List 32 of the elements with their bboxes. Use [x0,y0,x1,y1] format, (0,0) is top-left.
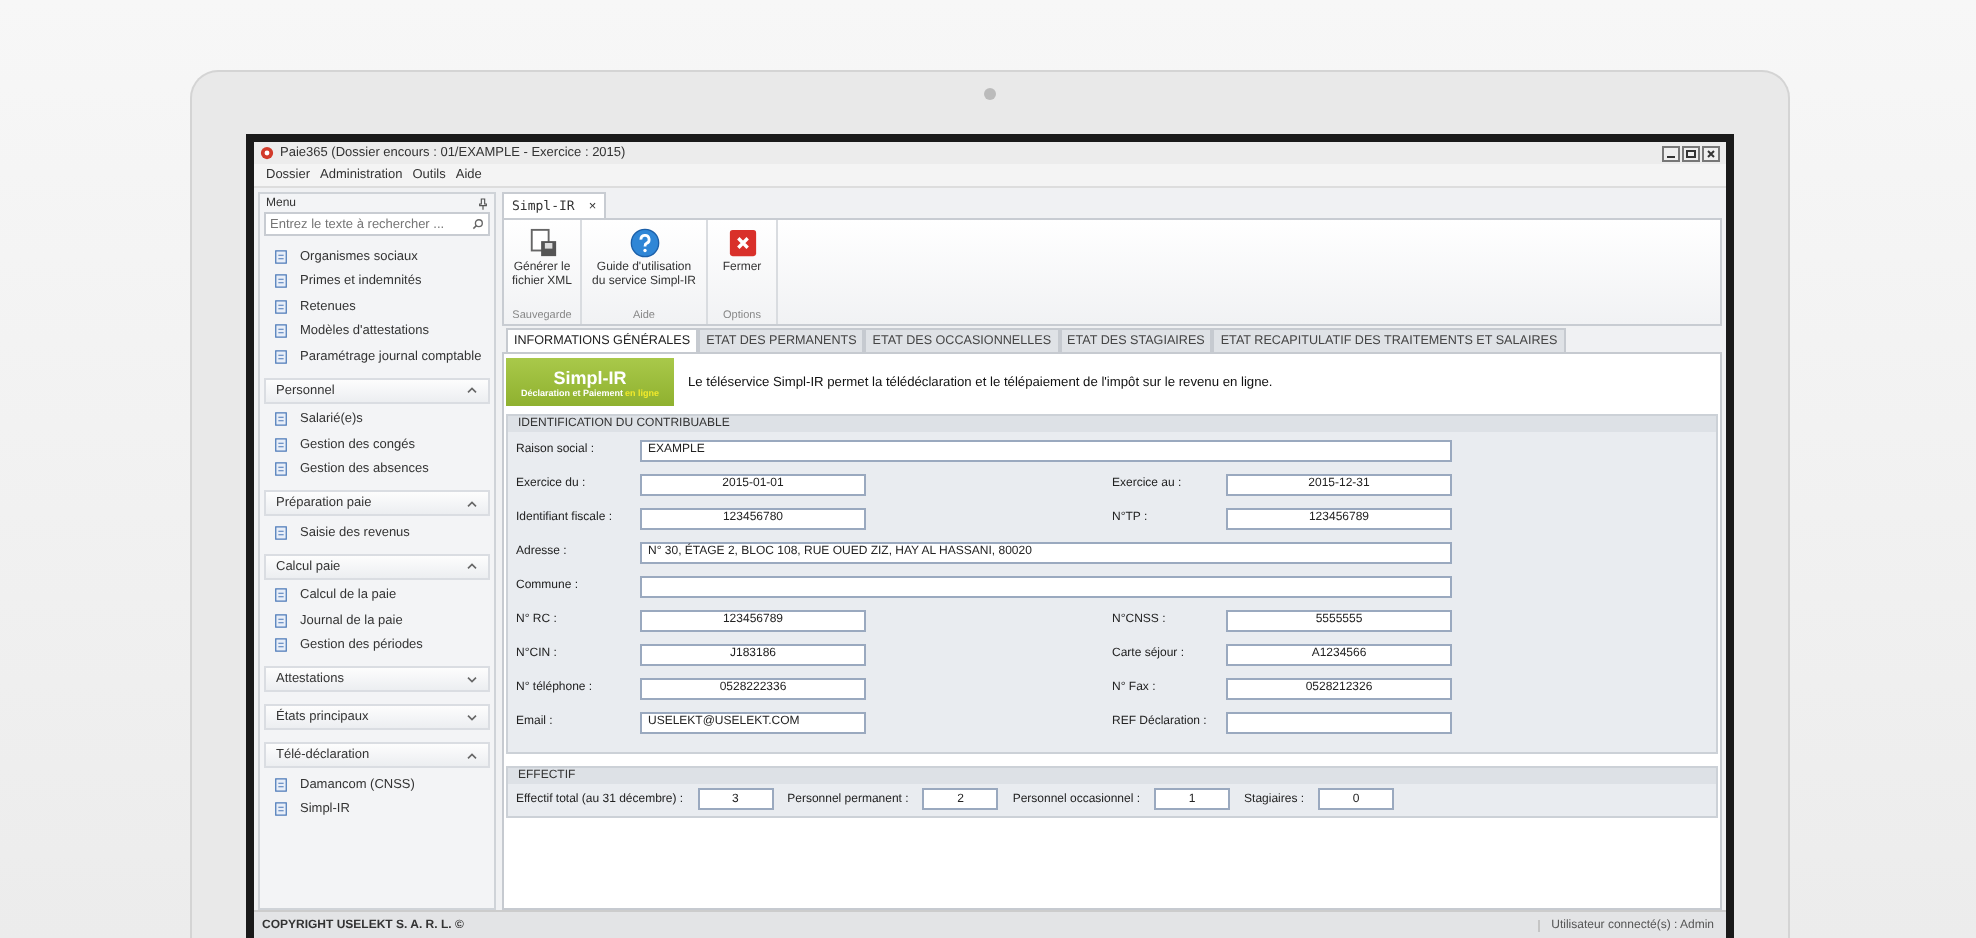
document-icon [274,613,288,628]
document-icon [274,462,288,477]
chevron-icon [466,675,478,683]
document-icon [274,249,288,264]
document-icon [274,588,288,603]
document-icon [274,274,288,289]
document-icon [274,525,288,540]
document-icon [274,638,288,653]
input-field[interactable] [1226,711,1452,733]
pin-icon[interactable] [478,197,488,209]
minimize-icon[interactable] [1662,145,1680,161]
document-floppy-icon [527,228,557,258]
document-icon [274,437,288,452]
close-icon [727,228,757,258]
document-icon [274,802,288,817]
document-icon [274,324,288,339]
help-icon [629,228,659,258]
document-icon [274,777,288,792]
chevron-icon [466,713,478,721]
app-icon [260,146,274,160]
chevron-icon [466,386,478,394]
document-icon [274,299,288,314]
chevron-icon [466,751,478,759]
document-icon [274,349,288,364]
camera-dot [984,88,996,100]
document-icon [274,412,288,427]
close-icon[interactable] [1702,145,1720,161]
maximize-icon[interactable] [1682,145,1700,161]
chevron-icon [466,562,478,570]
search-icon [472,218,484,230]
input-field[interactable] [640,575,1452,597]
chevron-icon [466,499,478,507]
